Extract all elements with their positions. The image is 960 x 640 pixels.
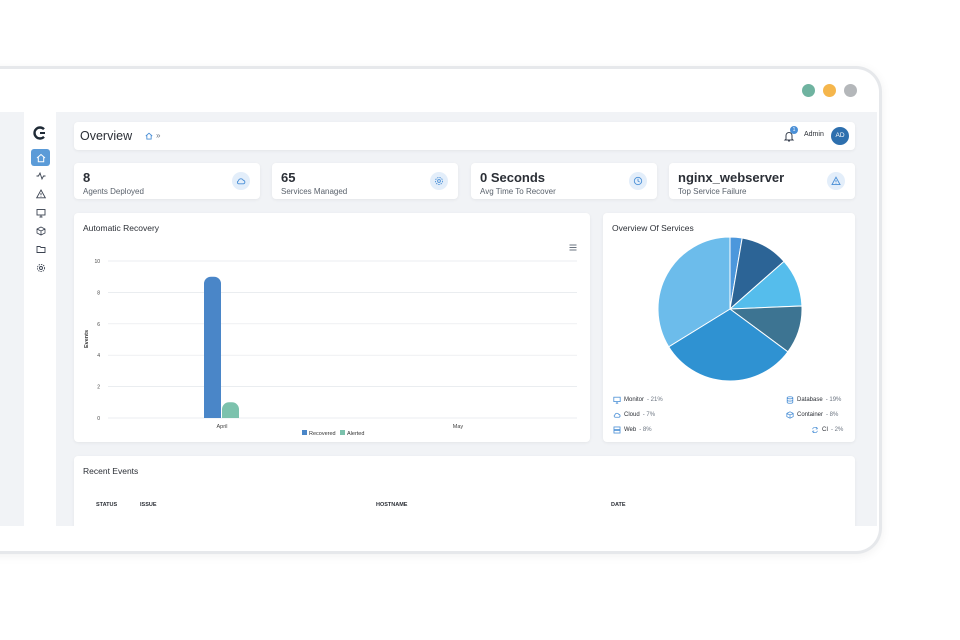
y-tick-label: 6 [97, 322, 100, 328]
legend-label: Monitor [624, 397, 645, 403]
column-header-status[interactable]: STATUS [96, 502, 117, 508]
legend-pct: - 7% [642, 412, 656, 418]
app-screen: Overview » 1 Admin AD 8 Agents Deployed … [0, 112, 877, 526]
recent-events-panel: Recent Events STATUS ISSUE HOSTNAME DATE [74, 456, 855, 526]
stat-label: Services Managed [281, 187, 348, 196]
legend-label[interactable]: Alerted [347, 431, 364, 437]
legend-swatch [302, 430, 307, 435]
warning-icon [35, 188, 46, 198]
stat-label: Top Service Failure [678, 187, 747, 196]
y-tick-label: 0 [97, 416, 100, 422]
sidebar-item-monitor[interactable] [31, 204, 50, 221]
legend-item-database: Database - 19% [786, 396, 841, 404]
page-title: Overview [80, 129, 133, 143]
window-dot-green[interactable] [802, 84, 815, 97]
legend-label: Database [797, 397, 823, 403]
bar-base [222, 410, 239, 418]
x-tick-label: May [453, 424, 464, 430]
clock-icon [633, 176, 643, 186]
stat-card-top-failure: nginx_webserver Top Service Failure [669, 163, 855, 199]
top-bar: Overview » 1 Admin AD [74, 122, 855, 150]
server-icon [613, 426, 621, 434]
legend-label: Cloud [624, 412, 640, 418]
window-dot-gray[interactable] [844, 84, 857, 97]
legend-item-web: Web - 8% [613, 426, 652, 434]
legend-item-container: Container - 8% [786, 411, 838, 419]
stat-value: 0 Seconds [480, 170, 546, 185]
stat-card-agents: 8 Agents Deployed [74, 163, 260, 199]
legend-label: CI [822, 427, 828, 433]
notification-badge: 1 [790, 126, 798, 134]
stat-value: nginx_webserver [678, 170, 785, 185]
bar-base [204, 410, 221, 418]
sidebar-item-activity[interactable] [31, 167, 50, 184]
sidebar-item-containers[interactable] [31, 222, 50, 239]
sidebar [24, 112, 56, 526]
legend-item-cloud: Cloud - 7% [613, 411, 655, 419]
recovery-bar-chart: 0 2 4 6 8 10 Events April May Recovered Alerted [84, 259, 577, 437]
legend-item-ci: CI - 2% [811, 426, 843, 434]
y-tick-label: 2 [97, 385, 100, 391]
legend-label: Web [624, 427, 637, 433]
home-icon[interactable] [145, 132, 153, 140]
monitor-icon [613, 396, 621, 404]
recovery-chart-panel: Automatic Recovery 0 2 4 6 8 10 Events April May… [74, 213, 590, 442]
x-tick-label: April [216, 424, 227, 430]
user-name[interactable]: Admin [804, 131, 824, 138]
monitor-icon [36, 208, 45, 217]
sidebar-item-home[interactable] [31, 149, 50, 166]
sidebar-item-settings[interactable] [31, 259, 50, 276]
sidebar-item-alerts[interactable] [31, 185, 50, 202]
column-header-date[interactable]: DATE [611, 502, 626, 508]
refresh-icon [812, 426, 818, 434]
cube-icon [36, 226, 45, 235]
y-axis-label: Events [84, 330, 90, 348]
gear-icon [435, 177, 443, 185]
cloud-icon [613, 412, 621, 418]
window-controls [802, 84, 857, 97]
c-logo-icon[interactable] [33, 126, 47, 140]
y-tick-label: 10 [94, 259, 100, 265]
bar-recovered[interactable] [204, 276, 221, 418]
breadcrumb-separator: » [156, 131, 161, 140]
legend-pct: - 2% [831, 427, 844, 433]
legend-pct: - 21% [647, 397, 663, 403]
services-panel: Overview Of Services Monitor - 21% Datab… [603, 213, 855, 442]
stat-value: 65 [281, 170, 296, 185]
column-header-issue[interactable]: ISSUE [140, 502, 157, 508]
column-header-hostname[interactable]: HOSTNAME [376, 502, 407, 508]
stat-card-services: 65 Services Managed [272, 163, 458, 199]
warning-icon [831, 176, 841, 186]
legend-label: Container [797, 412, 824, 418]
services-pie-chart [657, 236, 803, 382]
home-icon [36, 153, 45, 162]
cube-icon [786, 411, 794, 419]
y-tick-label: 4 [97, 353, 100, 359]
gear-icon [36, 263, 45, 272]
folder-icon [36, 245, 45, 253]
legend-item-monitor: Monitor - 21% [613, 396, 663, 404]
legend-label[interactable]: Recovered [309, 431, 336, 437]
sidebar-item-files[interactable] [31, 240, 50, 257]
legend-pct: - 19% [825, 397, 842, 403]
database-icon [786, 396, 794, 404]
window-dot-yellow[interactable] [823, 84, 836, 97]
stat-label: Agents Deployed [83, 187, 144, 196]
legend-pct: - 8% [639, 427, 652, 433]
avatar[interactable]: AD [831, 127, 849, 145]
panel-title: Recent Events [83, 466, 139, 476]
cloud-icon [236, 178, 246, 185]
legend-swatch [340, 430, 345, 435]
y-tick-label: 8 [97, 290, 100, 296]
activity-icon [36, 171, 45, 180]
stat-label: Avg Time To Recover [480, 187, 556, 196]
breadcrumb: » [145, 131, 160, 140]
stat-card-recovery-time: 0 Seconds Avg Time To Recover [471, 163, 657, 199]
stat-value: 8 [83, 170, 91, 185]
legend-pct: - 8% [826, 412, 839, 418]
